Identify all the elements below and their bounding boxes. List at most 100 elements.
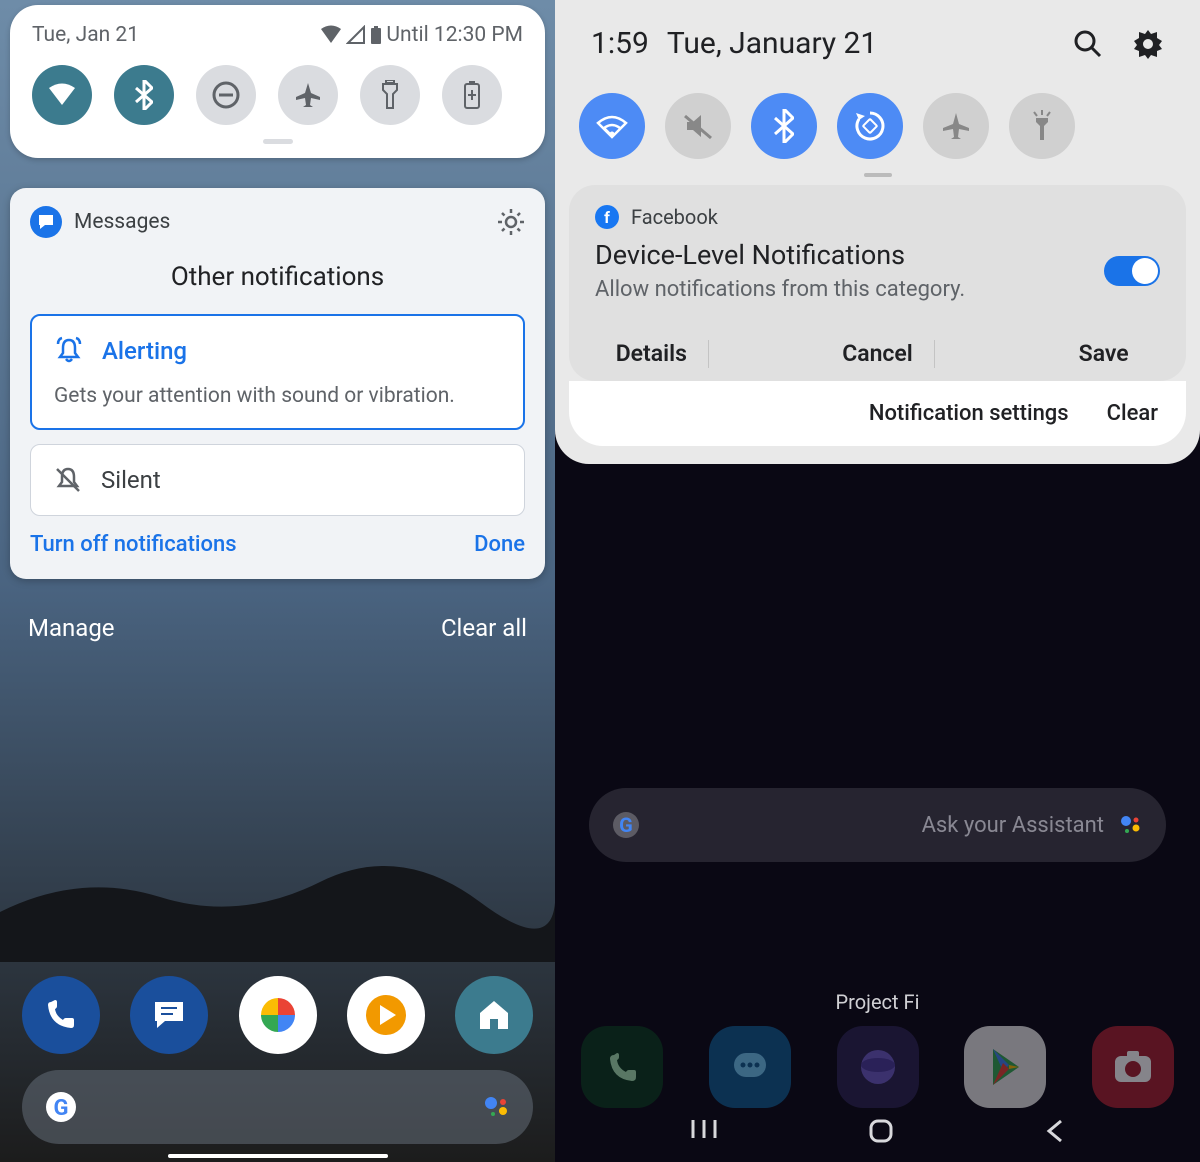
qs-drag-handle[interactable] xyxy=(263,139,293,144)
save-button[interactable]: Save xyxy=(1047,326,1160,381)
bell-off-icon xyxy=(53,465,83,495)
quick-settings-panel[interactable]: Tue, Jan 21 Until 12:30 PM xyxy=(10,5,545,158)
wallpaper-hills xyxy=(0,842,555,962)
play-music-icon xyxy=(364,993,408,1037)
sound-toggle[interactable] xyxy=(665,93,731,159)
phone-app[interactable] xyxy=(22,976,100,1054)
search-button[interactable] xyxy=(1072,28,1104,60)
notif-actions: Turn off notifications Done xyxy=(30,532,525,557)
clear-button[interactable]: Clear xyxy=(1107,401,1158,426)
recents-button[interactable] xyxy=(690,1118,718,1144)
notification-settings-button[interactable] xyxy=(497,208,525,236)
messages-app[interactable] xyxy=(709,1026,791,1108)
alerting-label: Alerting xyxy=(102,337,187,365)
shade-footer: Notification settings Clear xyxy=(569,381,1186,446)
status-right: Until 12:30 PM xyxy=(320,23,523,47)
back-button[interactable] xyxy=(1045,1118,1065,1144)
notification-card[interactable]: Messages Other notifications Alerting Ge… xyxy=(10,188,545,579)
phone-icon xyxy=(42,996,80,1034)
camera-app[interactable] xyxy=(1092,1026,1174,1108)
dnd-toggle[interactable] xyxy=(196,65,256,125)
flashlight-toggle[interactable] xyxy=(1009,93,1075,159)
flashlight-toggle[interactable] xyxy=(360,65,420,125)
battery-text: Until 12:30 PM xyxy=(386,23,523,47)
recents-icon xyxy=(690,1118,718,1140)
wifi-indicator-icon xyxy=(320,25,342,45)
bluetooth-icon xyxy=(774,109,794,143)
notif-app-name: Messages xyxy=(74,210,485,234)
google-g-icon: G xyxy=(44,1090,78,1124)
dnd-icon xyxy=(211,80,241,110)
gear-icon xyxy=(497,208,525,236)
messages-app[interactable] xyxy=(130,976,208,1054)
assistant-search-bar[interactable]: G Ask your Assistant xyxy=(589,788,1166,862)
pixel-phone: Tue, Jan 21 Until 12:30 PM Messages Othe… xyxy=(0,0,555,1162)
home-button[interactable] xyxy=(868,1118,894,1144)
bell-ring-icon xyxy=(54,336,84,366)
rotate-icon xyxy=(853,109,887,143)
messages-icon xyxy=(728,1047,772,1087)
bluetooth-toggle[interactable] xyxy=(114,65,174,125)
gesture-bar[interactable] xyxy=(168,1154,388,1158)
turn-off-notifications-link[interactable]: Turn off notifications xyxy=(30,532,237,557)
nav-bar xyxy=(555,1108,1200,1154)
silent-option[interactable]: Silent xyxy=(30,444,525,516)
airplane-icon xyxy=(293,80,323,110)
clear-all-button[interactable]: Clear all xyxy=(441,614,527,642)
photos-app[interactable] xyxy=(239,976,317,1054)
done-button[interactable]: Done xyxy=(474,532,525,557)
assistant-icon xyxy=(483,1093,511,1121)
wifi-icon xyxy=(47,83,77,107)
play-store-app[interactable] xyxy=(964,1026,1046,1108)
assistant-icon xyxy=(1118,812,1144,838)
status-date: Tue, Jan 21 xyxy=(32,23,139,47)
wifi-toggle[interactable] xyxy=(32,65,92,125)
play-music-app[interactable] xyxy=(347,976,425,1054)
home-app[interactable] xyxy=(455,976,533,1054)
wifi-toggle[interactable] xyxy=(579,93,645,159)
airplane-toggle[interactable] xyxy=(278,65,338,125)
samsung-phone: 1:59 Tue, January 21 f Facebook Device xyxy=(555,0,1200,1162)
bluetooth-toggle[interactable] xyxy=(751,93,817,159)
samsung-status: 1:59 Tue, January 21 xyxy=(555,0,1200,75)
allow-toggle[interactable] xyxy=(1104,256,1160,286)
card-app-name: Facebook xyxy=(631,205,718,229)
phone-app[interactable] xyxy=(581,1026,663,1108)
cancel-button[interactable]: Cancel xyxy=(821,326,934,381)
notif-title: Other notifications xyxy=(30,262,525,292)
card-actions: Details Cancel Save xyxy=(595,326,1160,381)
globe-icon xyxy=(856,1045,900,1089)
status-bar: Tue, Jan 21 Until 12:30 PM xyxy=(28,15,527,51)
samsung-qs-panel[interactable]: 1:59 Tue, January 21 f Facebook Device xyxy=(555,0,1200,464)
svg-text:G: G xyxy=(619,813,633,837)
back-icon xyxy=(1045,1118,1065,1144)
google-search-bar[interactable]: G xyxy=(22,1070,533,1144)
shade-footer: Manage Clear all xyxy=(28,614,527,642)
camera-icon xyxy=(1111,1048,1155,1086)
notification-settings-link[interactable]: Notification settings xyxy=(869,401,1069,426)
alerting-option[interactable]: Alerting Gets your attention with sound … xyxy=(30,314,525,430)
card-subtitle: Allow notifications from this category. xyxy=(595,277,965,302)
details-button[interactable]: Details xyxy=(595,326,708,381)
quick-toggles xyxy=(28,65,527,125)
manage-button[interactable]: Manage xyxy=(28,614,115,642)
facebook-icon: f xyxy=(595,205,619,229)
notification-channel-card[interactable]: f Facebook Device-Level Notifications Al… xyxy=(569,185,1186,381)
notif-header: Messages xyxy=(30,206,525,238)
rotate-toggle[interactable] xyxy=(837,93,903,159)
home-icon xyxy=(474,995,514,1035)
qs-drag-handle[interactable] xyxy=(864,173,892,177)
gear-icon xyxy=(1132,28,1164,60)
play-icon xyxy=(985,1045,1025,1089)
signal-indicator-icon xyxy=(346,25,366,45)
phone-icon xyxy=(602,1047,642,1087)
search-placeholder: Ask your Assistant xyxy=(641,813,1118,838)
search-icon xyxy=(1072,28,1104,60)
internet-app[interactable] xyxy=(837,1026,919,1108)
messages-icon xyxy=(149,996,189,1034)
svg-text:G: G xyxy=(54,1096,69,1121)
wifi-icon xyxy=(595,113,629,139)
airplane-toggle[interactable] xyxy=(923,93,989,159)
settings-button[interactable] xyxy=(1132,28,1164,60)
battery-saver-toggle[interactable] xyxy=(442,65,502,125)
